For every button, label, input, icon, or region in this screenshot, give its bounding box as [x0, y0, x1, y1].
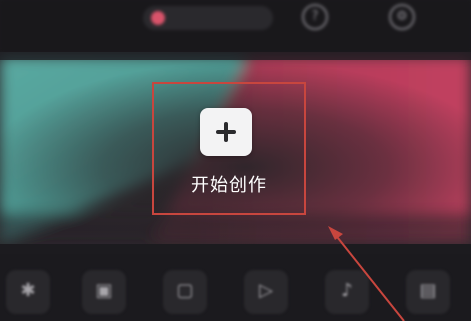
tool-button-1[interactable]: ✱ — [6, 270, 50, 314]
effects-icon: ✱ — [20, 280, 36, 301]
top-bar: ? ⚙ — [0, 0, 471, 52]
tool-button-5[interactable]: ♪ — [325, 270, 369, 314]
gear-icon: ⚙ — [389, 4, 415, 30]
tool-button-3[interactable]: ▢ — [163, 270, 207, 314]
help-icon: ? — [302, 4, 328, 30]
help-button[interactable]: ? — [302, 4, 372, 32]
tool-button-2[interactable]: ▣ — [82, 270, 126, 314]
tool-button-6[interactable]: ▤ — [406, 270, 450, 314]
settings-button[interactable]: ⚙ — [389, 4, 459, 32]
tool-row: ✱ ▣ ▢ ▷ ♪ ▤ — [0, 254, 471, 321]
start-creating-button[interactable] — [200, 108, 252, 156]
clip-icon: ▣ — [95, 280, 113, 301]
tool-button-4[interactable]: ▷ — [244, 270, 288, 314]
music-icon: ♪ — [341, 280, 353, 301]
start-creating-banner: 开始创作 — [0, 52, 471, 244]
start-creating-label[interactable]: 开始创作 — [159, 174, 299, 198]
photo-icon: ▢ — [176, 280, 194, 301]
template-icon: ▤ — [419, 280, 437, 301]
account-avatar-icon — [151, 11, 165, 25]
play-icon: ▷ — [259, 280, 273, 301]
account-pill[interactable] — [143, 6, 273, 30]
